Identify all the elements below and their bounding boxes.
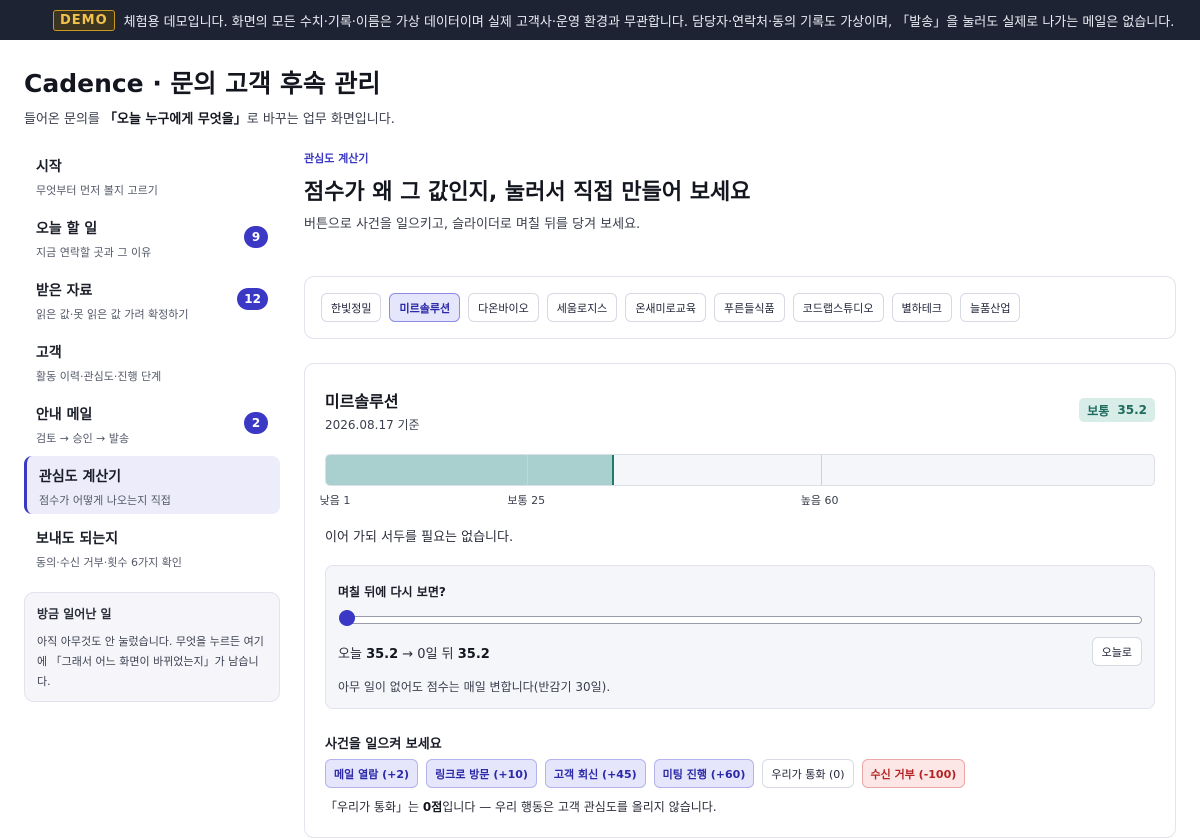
section-eyebrow: 관심도 계산기 [304,152,369,165]
forecast-readout: 오늘 35.2 → 0일 뒤 35.2 [338,643,490,662]
app-subtitle: 들어온 문의를 「오늘 누구에게 무엇을」로 바꾸는 업무 화면입니다. [24,108,395,127]
section-subtitle: 버튼으로 사건을 일으키고, 슬라이더로 며칠 뒤를 당겨 보세요. [304,217,641,232]
events-title: 사건을 일으켜 보세요 [325,737,442,752]
events-note-post: 입니다 — 우리 행동은 고객 관심도를 올리지 않습니다. [442,800,717,814]
event-our-call-button[interactable]: 우리가 통화 (0) [762,759,854,788]
section-title: 점수가 왜 그 값인지, 눌러서 직접 만들어 보세요 [304,180,751,205]
forecast-today-label: 오늘 [338,647,367,662]
company-chip[interactable]: 다온바이오 [468,293,539,322]
company-detail-card: 미르솔루션 2026.08.17 기준 보통 35.2 이어 가되 서두를 필요… [304,363,1176,838]
sidebar-item-mail[interactable]: 안내 메일 검토 → 승인 → 발송 2 [24,394,280,452]
sidebar-item-label: 안내 메일 [36,407,93,423]
gauge-current-marker [611,455,614,485]
reset-to-today-button[interactable]: 오늘로 [1091,637,1142,666]
sidebar-item-desc: 읽은 값·못 읽은 값 가려 확정하기 [36,308,189,321]
gauge-threshold-label: 낮음 1 [319,494,351,507]
days-slider-thumb[interactable] [339,610,355,626]
sidebar-item-customers[interactable]: 고객 활동 이력·관심도·진행 단계 [24,332,280,390]
event-customer-reply-button[interactable]: 고객 회신 (+45) [544,759,646,788]
sidebar-item-compliance[interactable]: 보내도 되는지 동의·수신 거부·횟수 6가지 확인 [24,518,280,576]
recent-activity-panel: 방금 일어난 일 아직 아무것도 안 눌렀습니다. 무엇을 누르든 여기에 「그… [24,592,280,702]
count-badge: 9 [244,226,268,248]
gauge-fill [326,455,613,485]
sidebar-item-desc: 점수가 어떻게 나오는지 직접 [39,494,171,507]
days-slider-track[interactable] [340,616,1142,624]
event-link-visit-button[interactable]: 링크로 방문 (+10) [426,759,537,788]
count-badge: 12 [237,288,268,310]
event-meeting-button[interactable]: 미팅 진행 (+60) [653,759,755,788]
sidebar-item-score-calculator[interactable]: 관심도 계산기 점수가 어떻게 나오는지 직접 [24,456,280,514]
app-title: Cadence · 문의 고객 후속 관리 [24,69,381,98]
events-note: 「우리가 통화」는 0점입니다 — 우리 행동은 고객 관심도를 올리지 않습니… [325,798,717,815]
sidebar-item-label: 고객 [36,345,62,361]
sidebar-item-desc: 검토 → 승인 → 발송 [36,432,130,445]
company-name: 미르솔루션 [325,392,399,411]
score-date: 2026.08.17 기준 [325,418,420,432]
gauge-threshold-label: 보통 25 [507,494,546,507]
company-selector: 한빛정밀 미르솔루션 다온바이오 세움로지스 온새미로교육 푸른들식품 코드랩스… [304,276,1176,339]
company-chip[interactable]: 온새미로교육 [625,293,707,322]
app-subtitle-pre: 들어온 문의를 [24,112,105,127]
event-email-open-button[interactable]: 메일 열람 (+2) [325,759,419,788]
score-level-badge: 보통 35.2 [1079,398,1155,422]
demo-banner-text: 체험용 데모입니다. 화면의 모든 수치·기록·이름은 가상 데이터이며 실제 … [123,14,1175,30]
company-chip[interactable]: 푸른들식품 [714,293,785,322]
events-note-bold: 0점 [422,800,443,814]
app-subtitle-bold: 「오늘 누구에게 무엇을」 [104,112,247,127]
gauge-threshold-label: 높음 60 [800,494,839,507]
sidebar-item-label: 시작 [36,159,62,175]
company-chip[interactable]: 한빛정밀 [321,293,382,322]
score-gauge [325,454,1155,486]
forecast-arrow-text: → 0일 뒤 [398,647,458,662]
event-unsubscribe-button[interactable]: 수신 거부 (-100) [861,759,966,788]
company-chip-selected[interactable]: 미르솔루션 [389,293,461,322]
sidebar-item-label: 보내도 되는지 [36,531,119,547]
sidebar-item-desc: 무엇부터 먼저 볼지 고르기 [36,184,158,197]
forecast-note: 아무 일이 없어도 점수는 매일 변합니다(반감기 30일). [338,680,611,694]
level-score: 35.2 [1117,403,1147,417]
sidebar-item-desc: 활동 이력·관심도·진행 단계 [36,370,162,383]
company-chip[interactable]: 늘품산업 [959,293,1021,322]
events-note-pre: 「우리가 통화」는 [325,800,423,814]
count-badge: 2 [244,412,268,434]
event-buttons: 메일 열람 (+2) 링크로 방문 (+10) 고객 회신 (+45) 미팅 진… [325,759,966,788]
sidebar-item-label: 받은 자료 [36,283,93,299]
gauge-tick [820,455,822,485]
recent-activity-title: 방금 일어난 일 [37,607,112,621]
sidebar-item-label: 관심도 계산기 [39,469,122,485]
company-chip[interactable]: 세움로지스 [546,293,618,322]
sidebar-item-desc: 지금 연락할 곳과 그 이유 [36,246,152,259]
company-chip[interactable]: 코드랩스튜디오 [792,293,884,322]
gauge-tick [527,455,529,485]
forecast-panel: 며칠 뒤에 다시 보면? 오늘 35.2 → 0일 뒤 35.2 오늘로 아무 … [325,565,1155,709]
forecast-title: 며칠 뒤에 다시 보면? [338,585,446,599]
recent-activity-body: 아직 아무것도 안 눌렀습니다. 무엇을 누르든 여기에 「그래서 어느 화면이… [37,635,264,688]
level-label: 보통 [1087,403,1110,418]
forecast-today-score: 35.2 [366,647,399,662]
app-subtitle-post: 로 바꾸는 업무 화면입니다. [246,112,395,127]
company-chip[interactable]: 별하테크 [891,293,952,322]
sidebar-item-label: 오늘 할 일 [36,221,98,237]
sidebar-item-desc: 동의·수신 거부·횟수 6가지 확인 [36,556,182,569]
demo-badge: DEMO [53,9,115,31]
forecast-future-score: 35.2 [457,647,490,662]
sidebar-item-start[interactable]: 시작 무엇부터 먼저 볼지 고르기 [24,146,280,204]
demo-banner: DEMO 체험용 데모입니다. 화면의 모든 수치·기록·이름은 가상 데이터이… [0,0,1200,40]
sidebar-item-received[interactable]: 받은 자료 읽은 값·못 읽은 값 가려 확정하기 12 [24,270,280,328]
score-message: 이어 가되 서두를 필요는 없습니다. [325,530,514,545]
sidebar-item-today[interactable]: 오늘 할 일 지금 연락할 곳과 그 이유 9 [24,208,280,266]
sidebar: 시작 무엇부터 먼저 볼지 고르기 오늘 할 일 지금 연락할 곳과 그 이유 … [24,146,280,702]
